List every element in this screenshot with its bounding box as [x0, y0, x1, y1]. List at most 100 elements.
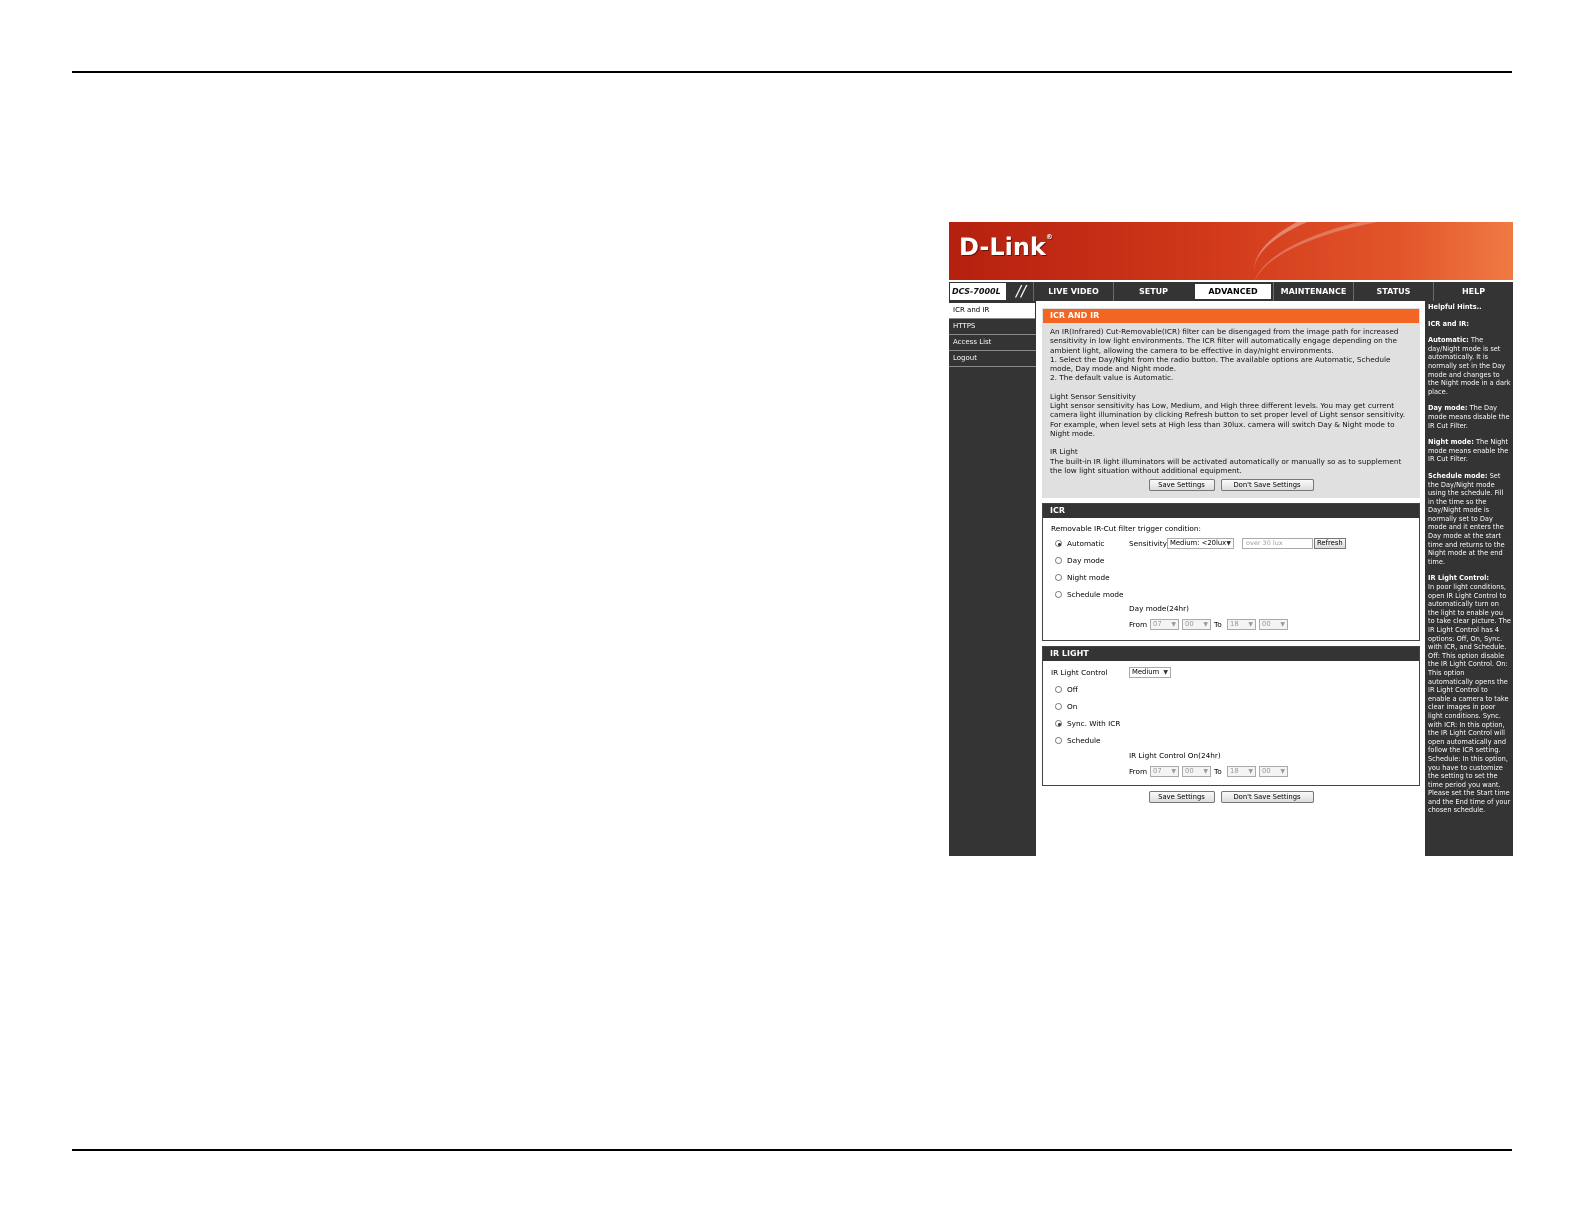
sidebar-item-logout[interactable]: Logout: [949, 351, 1036, 367]
helpful-hints-panel: Helpful Hints.. ICR and IR: Automatic: T…: [1425, 301, 1513, 856]
from-label: From: [1129, 620, 1148, 630]
radio-label-off: Off: [1067, 685, 1078, 695]
chevron-down-icon: ▼: [1226, 540, 1231, 548]
chevron-down-icon: ▼: [1280, 768, 1285, 776]
top-rule: [72, 71, 1512, 73]
hint-automatic-title: Automatic:: [1428, 336, 1469, 345]
to-hour-select[interactable]: 18 ▼: [1227, 619, 1256, 631]
footer-buttons: Save Settings Don't Save Settings: [1042, 791, 1420, 804]
from-hour-select[interactable]: 07 ▼: [1150, 619, 1179, 631]
ir-light-panel: IR LIGHT IR Light Control Medium ▼ Off On…: [1042, 646, 1420, 787]
save-settings-button[interactable]: Save Settings: [1148, 791, 1215, 804]
chevron-down-icon: ▼: [1280, 621, 1285, 629]
save-settings-button[interactable]: Save Settings: [1148, 479, 1215, 492]
intro-paragraph: Light sensor sensitivity has Low, Medium…: [1050, 401, 1406, 438]
tab-advanced[interactable]: ADVANCED: [1193, 282, 1273, 301]
chevron-down-icon: ▼: [1248, 621, 1253, 629]
hints-section: ICR and IR:: [1428, 319, 1469, 328]
nav-tabs: LIVE VIDEO SETUP ADVANCED MAINTENANCE ST…: [1033, 282, 1513, 301]
hints-title: Helpful Hints..: [1428, 303, 1482, 311]
tab-live-video[interactable]: LIVE VIDEO: [1033, 282, 1113, 301]
radio-label-on: On: [1067, 702, 1078, 712]
intro-paragraph: 1. Select the Day/Night from the radio b…: [1050, 354, 1391, 374]
to-minute-select[interactable]: 00 ▼: [1259, 619, 1288, 631]
sensitivity-select[interactable]: Medium: <20lux ▼: [1167, 538, 1234, 550]
header-banner: D-Link®: [949, 222, 1513, 280]
camera-web-ui: D-Link® DCS-7000L // LIVE VIDEO SETUP AD…: [949, 222, 1513, 856]
ir-to-hour-value: 18: [1230, 767, 1239, 776]
model-label: DCS-7000L: [949, 282, 1007, 301]
intro-buttons: Save Settings Don't Save Settings: [1050, 475, 1412, 493]
ir-from-minute-select[interactable]: 00 ▼: [1182, 766, 1211, 778]
hint-night-title: Night mode:: [1428, 438, 1474, 447]
divider-slashes: //: [1015, 282, 1027, 300]
intro-paragraph: The built-in IR light illuminators will …: [1050, 456, 1402, 475]
to-label: To: [1214, 767, 1222, 777]
main-content: ICR AND IR An IR(Infrared) Cut-Removable…: [1042, 308, 1420, 804]
chevron-down-icon: ▼: [1171, 621, 1176, 629]
radio-day-mode[interactable]: [1055, 557, 1062, 565]
chevron-down-icon: ▼: [1248, 768, 1253, 776]
radio-label-night-mode: Night mode: [1067, 573, 1110, 583]
radio-label-sync-with-icr: Sync. With ICR: [1067, 719, 1121, 729]
radio-schedule-mode[interactable]: [1055, 591, 1062, 599]
refresh-button[interactable]: Refresh: [1314, 538, 1346, 550]
radio-night-mode[interactable]: [1055, 574, 1062, 582]
top-nav: DCS-7000L // LIVE VIDEO SETUP ADVANCED M…: [949, 282, 1513, 301]
sidebar-item-access-list[interactable]: Access List: [949, 335, 1036, 351]
ir-light-control-value: Medium: [1132, 668, 1160, 677]
sidebar-item-https[interactable]: HTTPS: [949, 319, 1036, 335]
to-label: To: [1214, 620, 1222, 630]
radio-label-schedule: Schedule: [1067, 736, 1101, 746]
ir-light-title: IR LIGHT: [1043, 647, 1419, 662]
radio-on[interactable]: [1055, 703, 1062, 711]
hint-schedule: Set the Day/Night mode using the schedul…: [1428, 471, 1505, 566]
icr-body: Removable IR-Cut filter trigger conditio…: [1043, 518, 1419, 640]
intro-paragraph: 2. The default value is Automatic.: [1050, 373, 1174, 383]
radio-off[interactable]: [1055, 686, 1062, 694]
ir-light-control-label: IR Light Control: [1051, 668, 1108, 678]
radio-automatic[interactable]: [1055, 540, 1062, 548]
chevron-down-icon: ▼: [1163, 669, 1168, 677]
to-minute-value: 00: [1262, 620, 1271, 629]
radio-label-day-mode: Day mode: [1067, 556, 1105, 566]
ir-to-minute-select[interactable]: 00 ▼: [1259, 766, 1288, 778]
ir-from-hour-select[interactable]: 07 ▼: [1150, 766, 1179, 778]
intro-title: ICR AND IR: [1043, 309, 1419, 323]
tab-maintenance[interactable]: MAINTENANCE: [1273, 282, 1353, 301]
day-mode-24hr-label: Day mode(24hr): [1129, 604, 1190, 614]
ir-to-minute-value: 00: [1262, 767, 1271, 776]
ir-light-control-select[interactable]: Medium ▼: [1129, 667, 1171, 679]
hint-ir-title: IR Light Control:: [1428, 574, 1490, 583]
ir-from-minute-value: 00: [1185, 767, 1194, 776]
trigger-label: Removable IR-Cut filter trigger conditio…: [1051, 524, 1201, 534]
from-label: From: [1129, 767, 1148, 777]
dont-save-settings-button[interactable]: Don't Save Settings: [1220, 791, 1314, 804]
from-minute-select[interactable]: 00 ▼: [1182, 619, 1211, 631]
radio-label-schedule-mode: Schedule mode: [1067, 590, 1124, 600]
intro-subheading: IR Light: [1050, 447, 1078, 457]
tab-help[interactable]: HELP: [1433, 282, 1513, 301]
ir-light-body: IR Light Control Medium ▼ Off On Sync. Wi…: [1043, 661, 1419, 785]
sensitivity-value: Medium: <20lux: [1170, 539, 1227, 548]
intro-panel: ICR AND IR An IR(Infrared) Cut-Removable…: [1042, 308, 1420, 499]
intro-paragraph: An IR(Infrared) Cut-Removable(ICR) filte…: [1050, 327, 1399, 355]
chevron-down-icon: ▼: [1203, 621, 1208, 629]
ir-from-hour-value: 07: [1153, 767, 1162, 776]
dont-save-settings-button[interactable]: Don't Save Settings: [1220, 479, 1314, 492]
radio-label-automatic: Automatic: [1067, 539, 1105, 549]
sensitivity-label: Sensitivity: [1129, 539, 1167, 549]
radio-schedule[interactable]: [1055, 737, 1062, 745]
tab-setup[interactable]: SETUP: [1113, 282, 1193, 301]
sidebar-item-icr-and-ir[interactable]: ICR and IR: [949, 303, 1035, 319]
radio-sync-with-icr[interactable]: [1055, 720, 1062, 728]
chevron-down-icon: ▼: [1203, 768, 1208, 776]
tab-status[interactable]: STATUS: [1353, 282, 1433, 301]
ir-to-hour-select[interactable]: 18 ▼: [1227, 766, 1256, 778]
chevron-down-icon: ▼: [1171, 768, 1176, 776]
to-hour-value: 18: [1230, 620, 1239, 629]
lux-input[interactable]: over 30 lux: [1242, 538, 1313, 550]
dlink-logo: D-Link®: [959, 233, 1053, 261]
left-sidebar: ICR and IR HTTPS Access List Logout: [949, 301, 1036, 856]
intro-text: An IR(Infrared) Cut-Removable(ICR) filte…: [1043, 323, 1419, 497]
